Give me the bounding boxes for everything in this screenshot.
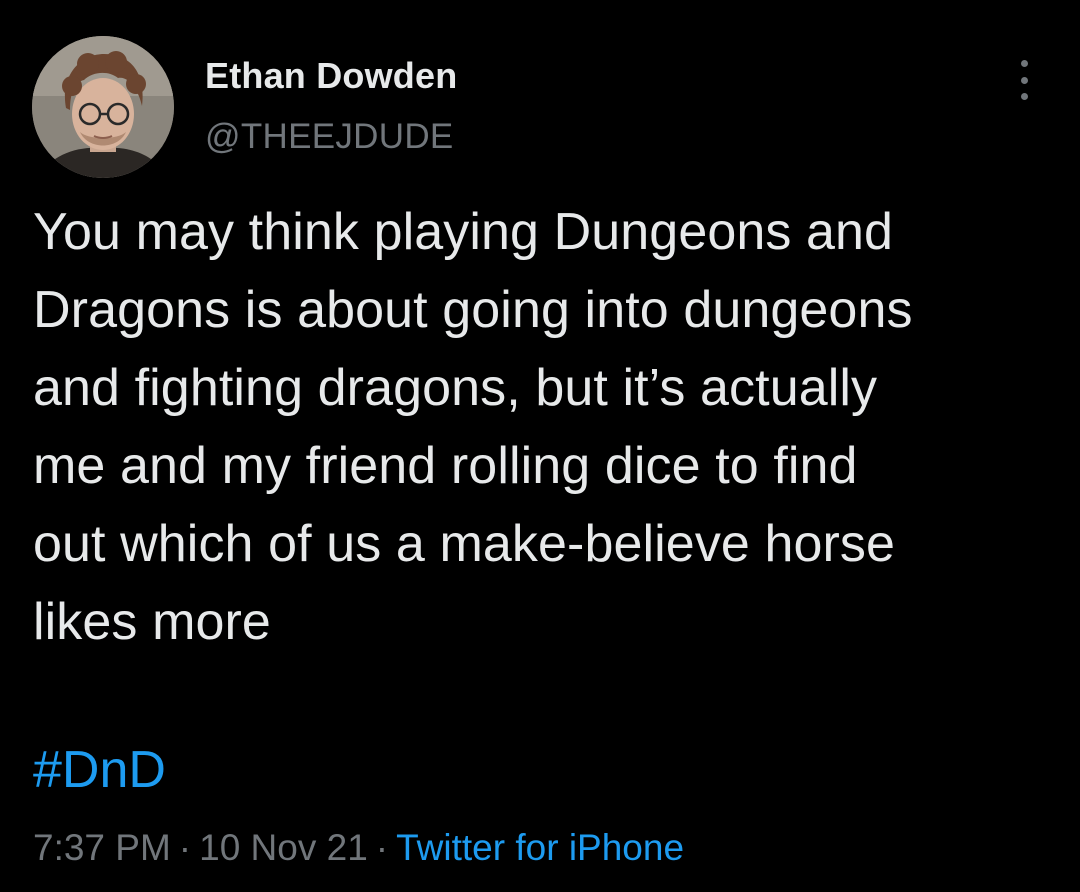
meta-separator: · [375, 827, 389, 868]
author-handle[interactable]: @THEEJDUDE [205, 117, 454, 157]
more-vertical-icon [1020, 93, 1028, 100]
avatar-photo-icon [32, 36, 174, 178]
tweet-metadata: 7:37 PM · 10 Nov 21 · Twitter for iPhone [33, 825, 684, 871]
more-vertical-icon [1020, 60, 1028, 67]
tweet-time[interactable]: 7:37 PM [33, 827, 171, 868]
more-options-button[interactable] [1010, 60, 1038, 100]
tweet-body-text: You may think playing Dungeons and Drago… [33, 203, 913, 651]
meta-separator: · [178, 827, 192, 868]
more-vertical-icon [1020, 76, 1028, 84]
tweet-card: Ethan Dowden @THEEJDUDE You may think pl… [0, 0, 1080, 892]
tweet-date[interactable]: 10 Nov 21 [199, 827, 368, 868]
author-avatar[interactable] [32, 36, 174, 178]
author-display-name[interactable]: Ethan Dowden [205, 55, 457, 97]
hashtag-link[interactable]: #DnD [33, 735, 166, 805]
tweet-source-link[interactable]: Twitter for iPhone [396, 827, 684, 868]
